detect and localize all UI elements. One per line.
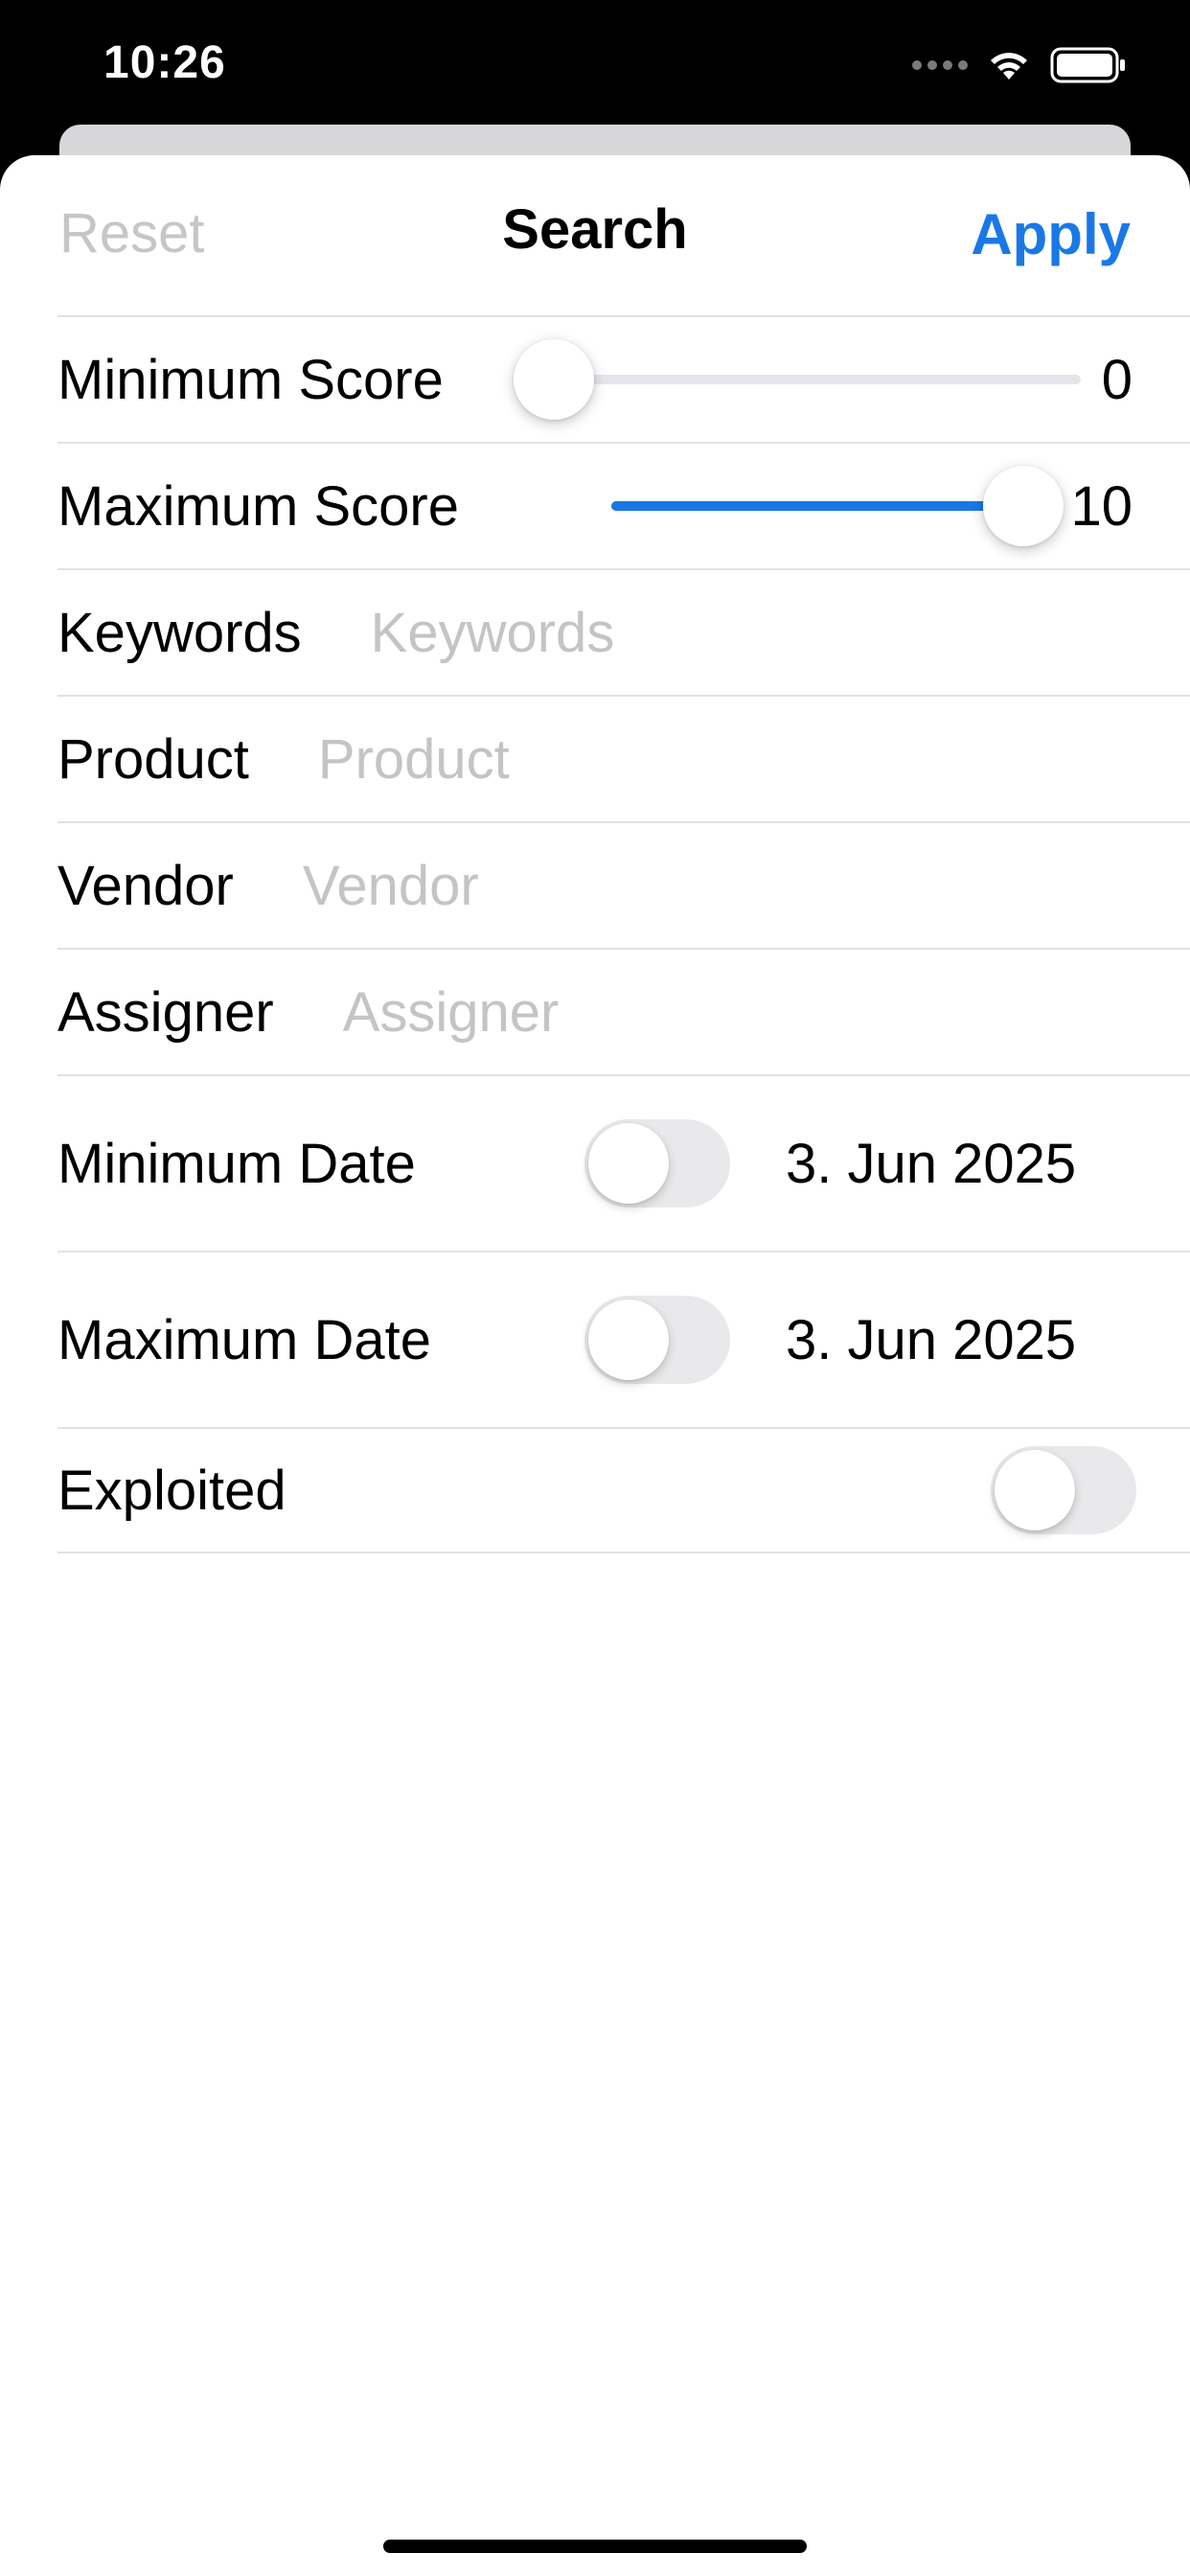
max-date-row: Maximum Date 3. Jun 2025 [57,1251,1190,1427]
min-date-label: Minimum Date [57,1132,416,1195]
slider-track [554,375,1081,384]
slider-track [611,501,1023,511]
search-filter-sheet: Reset Search Apply Minimum Score 0 Maxim… [0,155,1190,2576]
product-row: Product [57,695,1190,821]
max-score-label: Maximum Score [57,474,459,538]
status-bar: 10:26 [0,0,1190,129]
max-date-toggle[interactable] [584,1296,730,1384]
product-input[interactable] [317,721,1190,797]
slider-fill [611,501,1023,511]
toggle-knob [588,1300,669,1380]
product-label: Product [57,727,249,791]
keywords-label: Keywords [57,601,302,664]
keywords-row: Keywords [57,568,1190,695]
apply-button[interactable]: Apply [971,201,1131,267]
status-icons [912,44,1127,86]
exploited-toggle[interactable] [991,1446,1136,1534]
max-score-row: Maximum Score 10 [57,442,1190,568]
max-score-slider[interactable] [611,444,1064,568]
assigner-row: Assigner [57,948,1190,1074]
slider-thumb[interactable] [514,339,594,420]
vendor-row: Vendor [57,821,1190,948]
assigner-label: Assigner [57,980,274,1044]
toggle-knob [995,1450,1075,1530]
min-score-slider[interactable] [514,317,1081,442]
min-score-row: Minimum Score 0 [57,315,1190,442]
min-date-row: Minimum Date 3. Jun 2025 [57,1074,1190,1251]
min-date-toggle[interactable] [584,1119,730,1208]
toggle-knob [588,1123,669,1204]
max-score-value: 10 [1070,474,1133,538]
max-date-picker[interactable]: 3. Jun 2025 [786,1253,1076,1427]
home-indicator [383,2540,807,2553]
navigation-bar: Reset Search Apply [0,155,1190,316]
max-date-label: Maximum Date [57,1308,431,1371]
slider-thumb[interactable] [983,466,1064,546]
exploited-label: Exploited [57,1459,286,1522]
exploited-row: Exploited [57,1427,1190,1553]
min-score-value: 0 [1101,348,1133,411]
min-score-label: Minimum Score [57,348,444,411]
keywords-input[interactable] [370,594,1190,671]
vendor-label: Vendor [57,854,234,917]
battery-icon [1050,47,1125,83]
min-date-picker[interactable]: 3. Jun 2025 [786,1076,1076,1251]
filter-form: Minimum Score 0 Maximum Score 10 Keyword [0,315,1190,1553]
vendor-input[interactable] [302,847,1190,924]
assigner-input[interactable] [342,974,1190,1050]
wifi-icon [991,53,1027,80]
status-time: 10:26 [103,37,226,88]
cellular-signal-icon [912,60,968,70]
